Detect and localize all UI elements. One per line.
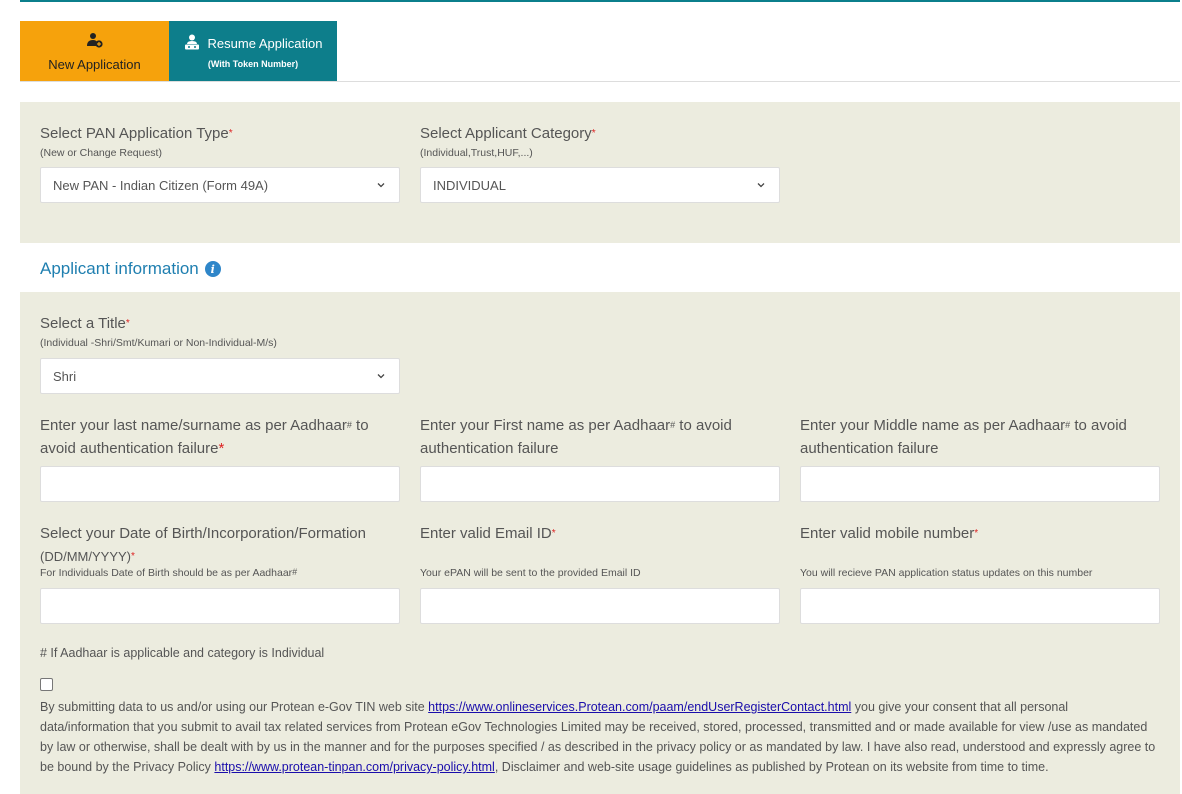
application-type-label: Select PAN Application Type* [40, 125, 233, 142]
section-title: Applicant information i [40, 259, 221, 279]
tab-resume-application[interactable]: Resume Application (With Token Number) [169, 21, 337, 81]
mobile-input[interactable] [800, 588, 1160, 624]
application-type-select[interactable]: New PAN - Indian Citizen (Form 49A) [40, 167, 400, 203]
aadhaar-note: # If Aadhaar is applicable and category … [40, 646, 325, 660]
applicant-category-hint: (Individual,Trust,HUF,...) [420, 147, 533, 159]
add-user-icon [86, 32, 103, 53]
applicant-category-label: Select Applicant Category* [420, 125, 596, 142]
tab-resume-application-sublabel: (With Token Number) [207, 58, 299, 69]
dob-label: Select your Date of Birth/Incorporation/… [40, 525, 366, 564]
title-select[interactable]: Shri [40, 358, 400, 394]
chevron-down-icon [377, 183, 385, 188]
tab-new-application-label: New Application [48, 57, 141, 72]
tab-new-application[interactable]: New Application [20, 21, 169, 81]
email-label: Enter valid Email ID* [420, 525, 556, 542]
title-label: Select a Title* [40, 315, 130, 332]
applicant-category-value: INDIVIDUAL [433, 177, 506, 193]
top-divider [20, 0, 1180, 2]
last-name-label: Enter your last name/surname as per Aadh… [40, 417, 369, 457]
dob-input[interactable] [40, 588, 400, 624]
first-name-label: Enter your First name as per Aadhaar# to… [420, 417, 732, 457]
application-type-hint: (New or Change Request) [40, 147, 162, 159]
applicant-category-select[interactable]: INDIVIDUAL [420, 167, 780, 203]
middle-name-input[interactable] [800, 466, 1160, 502]
consent-checkbox[interactable] [40, 678, 53, 691]
title-value: Shri [53, 368, 77, 384]
chevron-down-icon [757, 183, 765, 188]
application-tabs: New Application Resume Application (With… [20, 21, 337, 81]
info-icon[interactable]: i [204, 261, 221, 277]
consent-text: By submitting data to us and/or using ou… [40, 700, 1156, 774]
application-type-value: New PAN - Indian Citizen (Form 49A) [53, 177, 269, 193]
dob-hint: For Individuals Date of Birth should be … [40, 567, 298, 579]
privacy-policy-link[interactable]: https://www.protean-tinpan.com/privacy-p… [214, 760, 494, 774]
mobile-label: Enter valid mobile number* [800, 525, 979, 542]
endUserRegisterContact-link[interactable]: https://www.onlineservices.Protean.com/p… [428, 700, 851, 714]
first-name-input[interactable] [420, 466, 780, 502]
last-name-input[interactable] [40, 466, 400, 502]
middle-name-label: Enter your Middle name as per Aadhaar# t… [800, 417, 1127, 457]
person-desk-icon [184, 34, 200, 53]
chevron-down-icon [377, 374, 385, 379]
tab-resume-application-label: Resume Application [207, 35, 323, 51]
email-hint: Your ePAN will be sent to the provided E… [420, 567, 641, 579]
title-hint: (Individual -Shri/Smt/Kumari or Non-Indi… [40, 337, 277, 349]
tabs-divider [20, 81, 1180, 82]
mobile-hint: You will recieve PAN application status … [800, 567, 1093, 579]
email-input[interactable] [420, 588, 780, 624]
